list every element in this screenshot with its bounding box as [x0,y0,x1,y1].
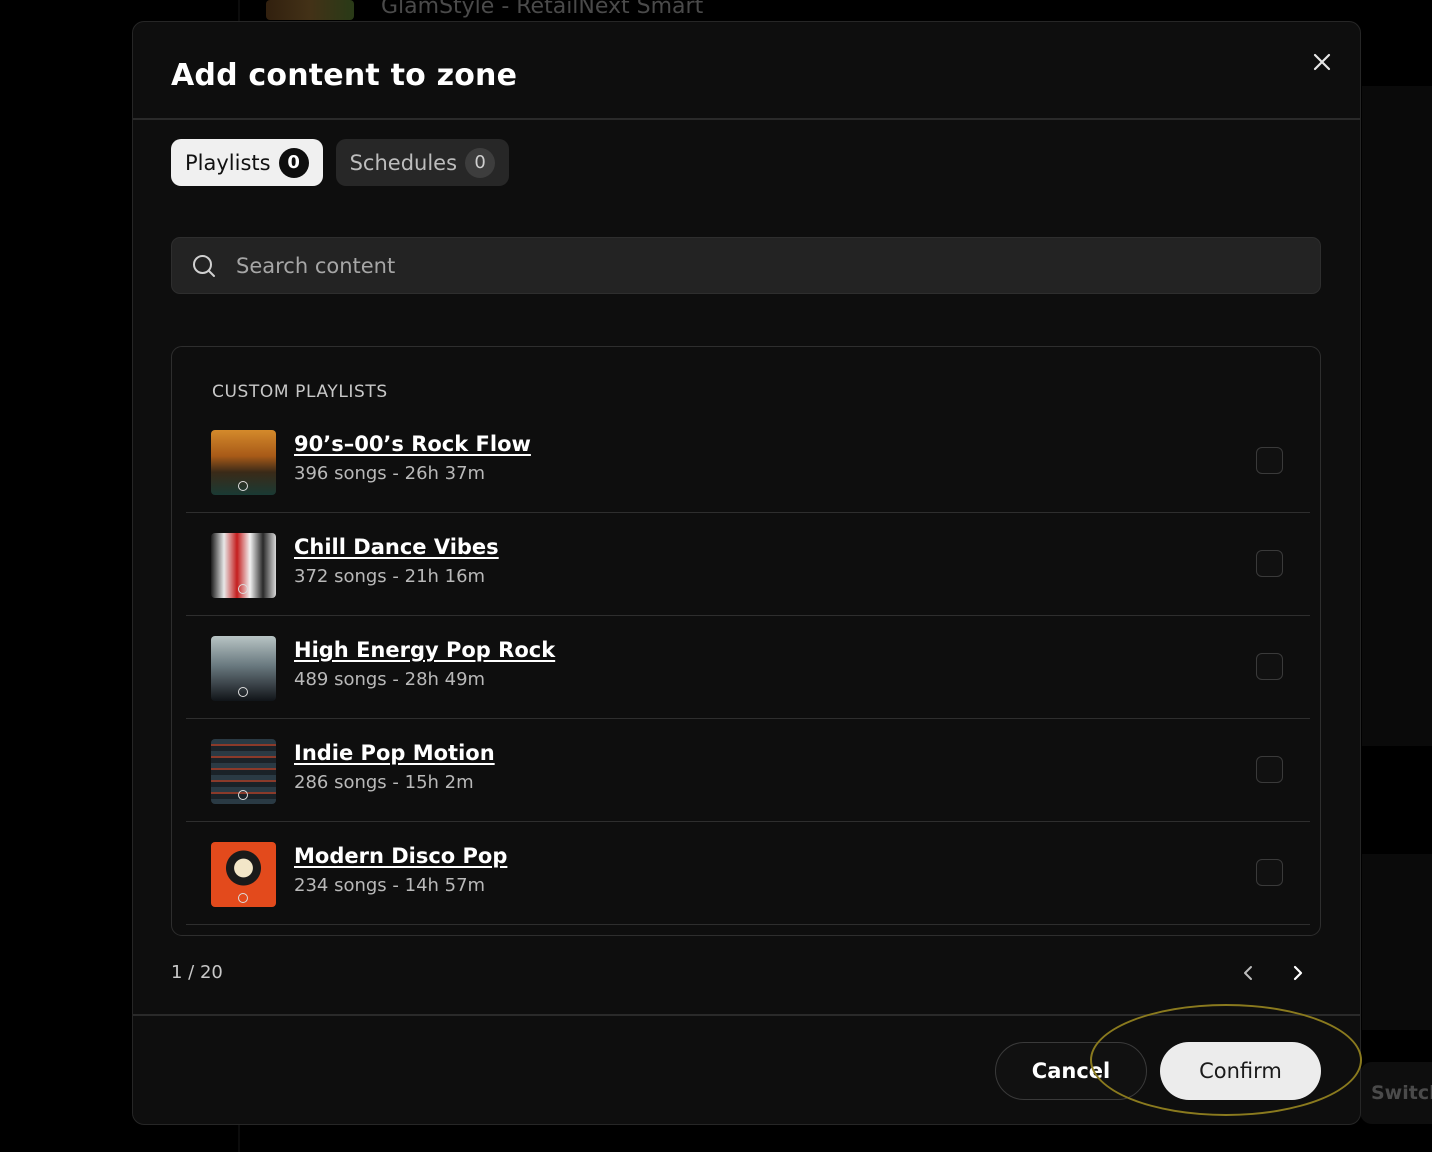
content-type-tabs: Playlists 0 Schedules 0 [171,139,510,186]
tab-playlists-count: 0 [278,147,309,178]
brand-mark-icon [238,687,248,697]
previous-page-button[interactable] [1235,960,1261,986]
tab-schedules[interactable]: Schedules 0 [335,139,510,186]
modal-title: Add content to zone [171,58,518,93]
tab-playlists-label: Playlists [185,150,271,175]
list-item[interactable]: High Energy Pop Rock 489 songs - 28h 49m [186,616,1310,719]
search-icon [193,255,215,277]
list-item[interactable]: Modern Disco Pop 234 songs - 14h 57m [186,822,1310,925]
section-label: CUSTOM PLAYLISTS [212,382,388,402]
playlist-meta: 286 songs - 15h 2m [294,772,474,793]
tab-playlists[interactable]: Playlists 0 [171,139,323,186]
search-bar [171,237,1321,294]
playlist-checkbox[interactable] [1256,653,1283,680]
tab-schedules-count: 0 [465,147,496,178]
playlist-checkbox[interactable] [1256,447,1283,474]
search-input[interactable] [236,248,1296,284]
chevron-right-icon [1293,965,1303,981]
playlist-thumbnail [211,739,276,804]
brand-mark-icon [238,584,248,594]
add-content-modal: Add content to zone Playlists 0 Schedule… [132,21,1361,1125]
playlist-meta: 396 songs - 26h 37m [294,463,486,484]
background-item-title: GlamStyle - RetailNext Smart [381,0,704,19]
background-switch-button: Switch [1360,1062,1432,1124]
playlist-rows: 90’s–00’s Rock Flow 396 songs - 26h 37m … [186,410,1310,925]
modal-footer: Cancel Confirm [133,1014,1360,1124]
close-icon [1313,53,1331,71]
playlist-title[interactable]: Chill Dance Vibes [294,535,499,559]
close-button[interactable] [1309,49,1335,75]
playlist-title[interactable]: 90’s–00’s Rock Flow [294,432,531,456]
chevron-left-icon [1244,966,1252,980]
playlist-thumbnail [211,430,276,495]
playlist-title[interactable]: Modern Disco Pop [294,844,507,868]
brand-mark-icon [238,790,248,800]
playlist-checkbox[interactable] [1256,859,1283,886]
playlist-title[interactable]: Indie Pop Motion [294,741,495,765]
modal-header: Add content to zone [133,22,1360,120]
playlist-meta: 372 songs - 21h 16m [294,566,486,587]
brand-mark-icon [238,481,248,491]
list-item[interactable]: Indie Pop Motion 286 songs - 15h 2m [186,719,1310,822]
playlist-thumbnail [211,842,276,907]
next-page-button[interactable] [1285,960,1311,986]
list-item[interactable]: Chill Dance Vibes 372 songs - 21h 16m [186,513,1310,616]
pagination-indicator: 1 / 20 [171,962,223,983]
confirm-button[interactable]: Confirm [1160,1042,1321,1100]
playlist-thumbnail [211,533,276,598]
brand-mark-icon [238,893,248,903]
background-panel [1362,854,1432,1030]
playlist-thumbnail [211,636,276,701]
playlist-meta: 234 songs - 14h 57m [294,875,486,896]
background-item-thumbnail [266,0,354,20]
playlist-checkbox[interactable] [1256,550,1283,577]
list-item[interactable]: 90’s–00’s Rock Flow 396 songs - 26h 37m [186,410,1310,513]
tab-schedules-label: Schedules [349,150,458,175]
playlist-meta: 489 songs - 28h 49m [294,669,486,690]
playlist-title[interactable]: High Energy Pop Rock [294,638,555,662]
playlist-list: CUSTOM PLAYLISTS 90’s–00’s Rock Flow 396… [171,346,1321,936]
playlist-checkbox[interactable] [1256,756,1283,783]
background-panel [1362,86,1432,746]
cancel-button[interactable]: Cancel [995,1042,1147,1100]
